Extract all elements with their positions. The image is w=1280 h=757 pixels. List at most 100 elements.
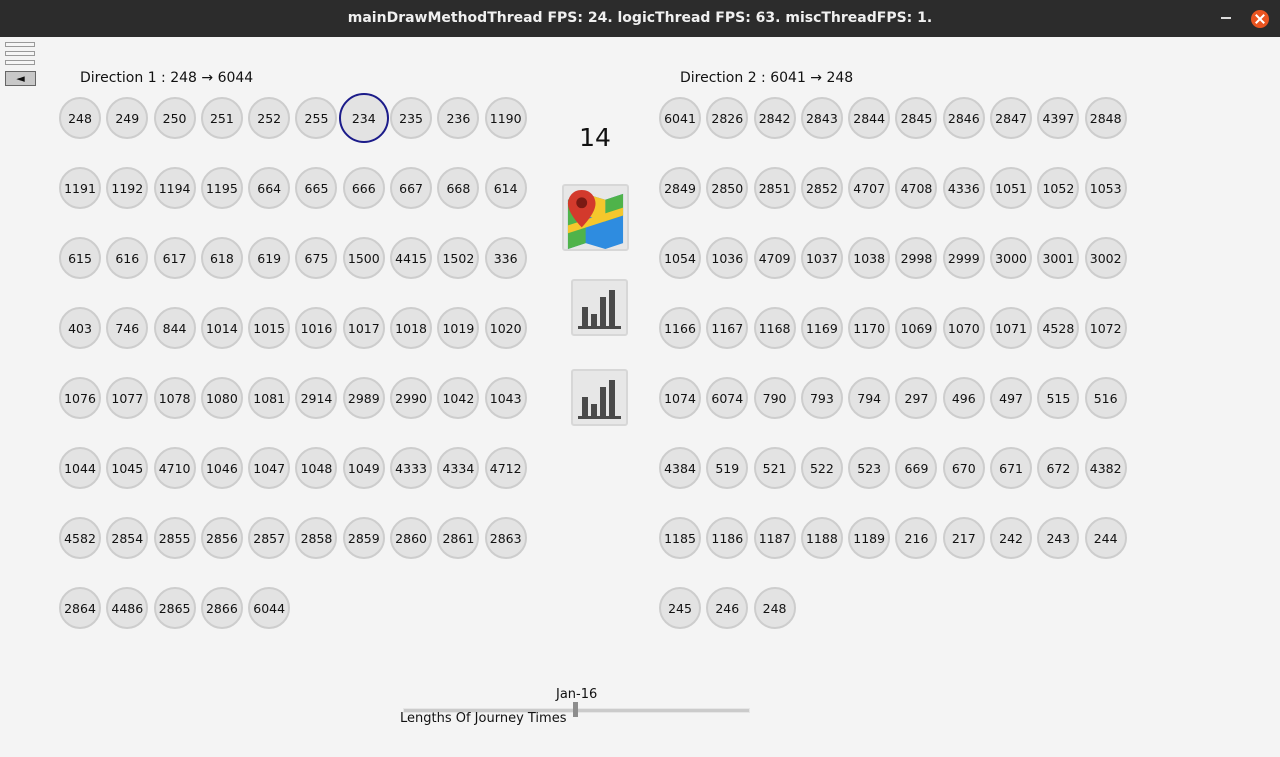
stats-chart-button[interactable] [571, 369, 628, 426]
stop-button[interactable]: 1069 [895, 307, 938, 349]
stop-button[interactable]: 1500 [342, 237, 385, 279]
map-button[interactable] [562, 184, 629, 251]
stop-button[interactable]: 1020 [484, 307, 527, 349]
stop-button[interactable]: 671 [990, 447, 1033, 489]
stop-button[interactable]: 664 [248, 167, 291, 209]
menu-button[interactable] [5, 42, 35, 47]
stop-button[interactable]: 1046 [200, 447, 243, 489]
stop-button[interactable]: 1048 [295, 447, 338, 489]
stop-button[interactable]: 619 [248, 237, 291, 279]
stop-button[interactable]: 3001 [1037, 237, 1080, 279]
stop-button[interactable]: 1016 [295, 307, 338, 349]
stop-button[interactable]: 615 [59, 237, 101, 279]
stop-button[interactable]: 2826 [706, 97, 749, 139]
stop-button[interactable]: 1190 [484, 97, 527, 139]
stop-button[interactable]: 1018 [390, 307, 433, 349]
stop-button[interactable]: 4709 [753, 237, 796, 279]
stop-button[interactable]: 521 [753, 447, 796, 489]
stop-button[interactable]: 4384 [659, 447, 701, 489]
stop-button[interactable]: 1049 [342, 447, 385, 489]
stop-button[interactable]: 794 [848, 377, 891, 419]
stop-button[interactable]: 3000 [990, 237, 1033, 279]
stop-button[interactable]: 1072 [1084, 307, 1127, 349]
stop-button[interactable]: 519 [706, 447, 749, 489]
stop-button[interactable]: 4415 [390, 237, 433, 279]
stop-button[interactable]: 2845 [895, 97, 938, 139]
stop-button[interactable]: 4710 [153, 447, 196, 489]
stop-button[interactable]: 522 [800, 447, 843, 489]
stop-button[interactable]: 1191 [59, 167, 101, 209]
stop-button[interactable]: 675 [295, 237, 338, 279]
stop-button[interactable]: 243 [1037, 517, 1080, 559]
stop-button[interactable]: 1078 [153, 377, 196, 419]
stop-button[interactable]: 234 [338, 93, 389, 143]
stop-button[interactable]: 1074 [659, 377, 701, 419]
minimize-button[interactable] [1221, 17, 1231, 19]
stop-button[interactable]: 668 [437, 167, 480, 209]
stop-button[interactable]: 1070 [942, 307, 985, 349]
stop-button[interactable]: 2857 [248, 517, 291, 559]
stop-button[interactable]: 336 [484, 237, 527, 279]
stop-button[interactable]: 1047 [248, 447, 291, 489]
stop-button[interactable]: 2866 [200, 587, 243, 629]
stop-button[interactable]: 2849 [659, 167, 701, 209]
stop-button[interactable]: 2989 [342, 377, 385, 419]
stop-button[interactable]: 4336 [942, 167, 985, 209]
stop-button[interactable]: 1166 [659, 307, 701, 349]
back-button[interactable]: ◄ [5, 71, 36, 86]
stop-button[interactable]: 1043 [484, 377, 527, 419]
stop-button[interactable]: 618 [200, 237, 243, 279]
stop-button[interactable]: 4712 [484, 447, 527, 489]
stop-button[interactable]: 1036 [706, 237, 749, 279]
stop-button[interactable]: 1076 [59, 377, 101, 419]
stop-button[interactable]: 2860 [390, 517, 433, 559]
stop-button[interactable]: 4397 [1037, 97, 1080, 139]
stop-button[interactable]: 667 [390, 167, 433, 209]
stop-button[interactable]: 2848 [1084, 97, 1127, 139]
stop-button[interactable]: 4382 [1084, 447, 1127, 489]
stop-button[interactable]: 1051 [990, 167, 1033, 209]
stop-button[interactable]: 1038 [848, 237, 891, 279]
stop-button[interactable]: 235 [390, 97, 433, 139]
stop-button[interactable]: 1044 [59, 447, 101, 489]
stop-button[interactable]: 2998 [895, 237, 938, 279]
stop-button[interactable]: 245 [659, 587, 701, 629]
stop-button[interactable]: 297 [895, 377, 938, 419]
stop-button[interactable]: 666 [342, 167, 385, 209]
stop-button[interactable]: 2852 [800, 167, 843, 209]
stop-button[interactable]: 1502 [437, 237, 480, 279]
stop-button[interactable]: 515 [1037, 377, 1080, 419]
stop-button[interactable]: 2999 [942, 237, 985, 279]
stop-button[interactable]: 1167 [706, 307, 749, 349]
stop-button[interactable]: 6074 [706, 377, 749, 419]
stop-button[interactable]: 217 [942, 517, 985, 559]
stop-button[interactable]: 1053 [1084, 167, 1127, 209]
stop-button[interactable]: 2914 [295, 377, 338, 419]
stop-button[interactable]: 2855 [153, 517, 196, 559]
stop-button[interactable]: 614 [484, 167, 527, 209]
stop-button[interactable]: 249 [106, 97, 149, 139]
stop-button[interactable]: 252 [248, 97, 291, 139]
stop-button[interactable]: 2843 [800, 97, 843, 139]
stop-button[interactable]: 1186 [706, 517, 749, 559]
stop-button[interactable]: 1195 [200, 167, 243, 209]
stop-button[interactable]: 1014 [200, 307, 243, 349]
stop-button[interactable]: 2847 [990, 97, 1033, 139]
stop-button[interactable]: 670 [942, 447, 985, 489]
stop-button[interactable]: 1071 [990, 307, 1033, 349]
stop-button[interactable]: 1187 [753, 517, 796, 559]
stop-button[interactable]: 1052 [1037, 167, 1080, 209]
stop-button[interactable]: 2851 [753, 167, 796, 209]
stop-button[interactable]: 1170 [848, 307, 891, 349]
stop-button[interactable]: 255 [295, 97, 338, 139]
stop-button[interactable]: 672 [1037, 447, 1080, 489]
stop-button[interactable]: 4708 [895, 167, 938, 209]
stop-button[interactable]: 1188 [800, 517, 843, 559]
stop-button[interactable]: 1042 [437, 377, 480, 419]
stop-button[interactable]: 1168 [753, 307, 796, 349]
stop-button[interactable]: 1019 [437, 307, 480, 349]
stop-button[interactable]: 1080 [200, 377, 243, 419]
stop-button[interactable]: 790 [753, 377, 796, 419]
stop-button[interactable]: 242 [990, 517, 1033, 559]
stop-button[interactable]: 746 [106, 307, 149, 349]
